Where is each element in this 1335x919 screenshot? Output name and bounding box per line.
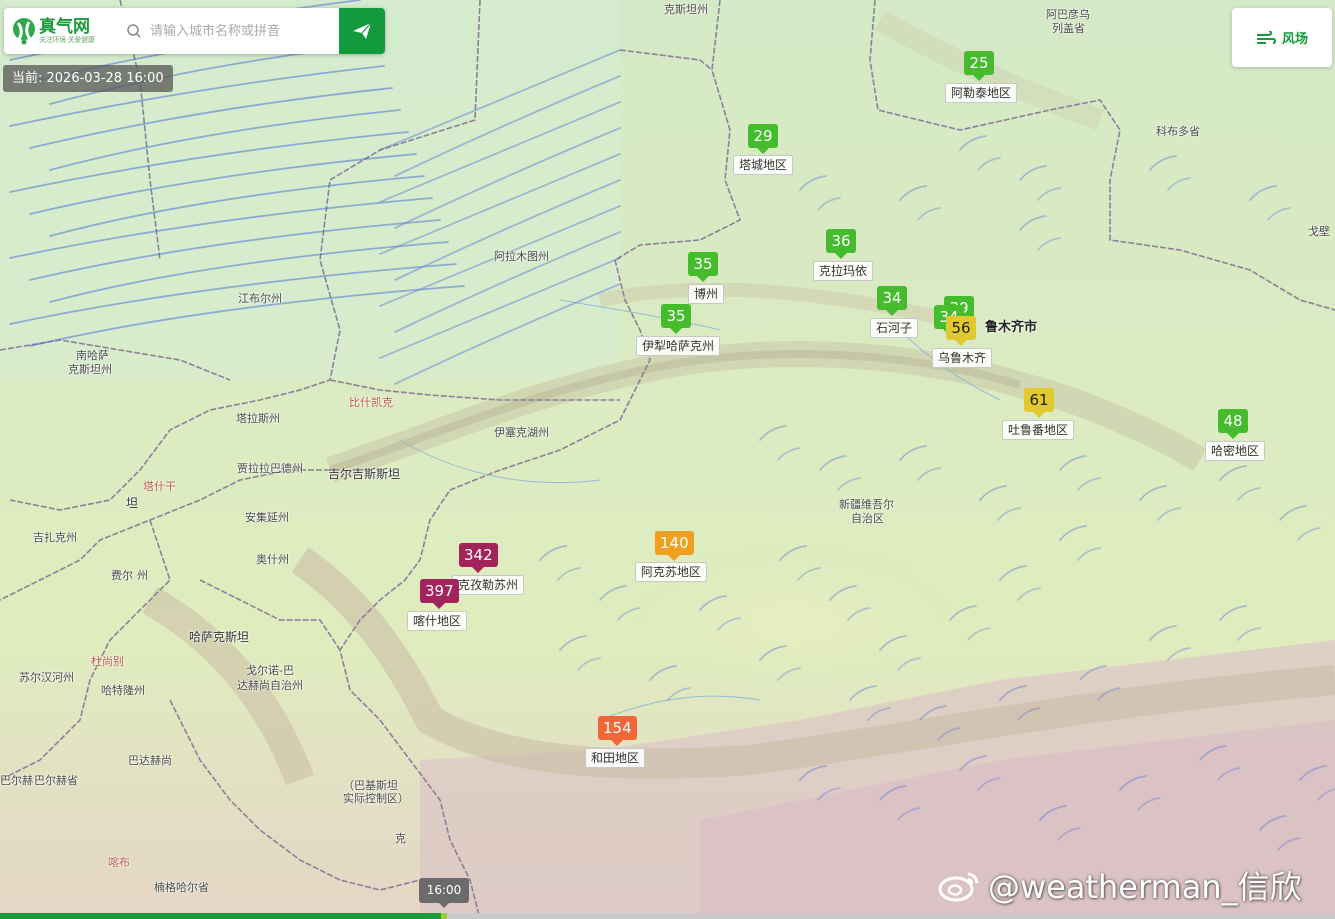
wind-layer-button[interactable]: 风场 [1232, 8, 1332, 67]
map-label-tan: 坦 [126, 496, 139, 510]
logo-slogan: 关注环境 关爱健康 [39, 35, 95, 44]
search-input[interactable] [148, 22, 332, 40]
timeline-progress [0, 913, 441, 919]
logo-name: 真气网 [39, 16, 90, 37]
city-label-hotan[interactable]: 和田地区 [585, 748, 646, 768]
city-label-urumqi[interactable]: 乌鲁木齐 [932, 348, 993, 368]
search-bar: 真气网 关注环境 关爱健康 [4, 8, 385, 54]
map-label-osh: 奥什州 [256, 553, 289, 566]
map-label-kashmir: 克 [395, 832, 406, 845]
map-label-urumqi-city: 鲁木齐市 [985, 320, 1038, 335]
map-label-tashkent: 塔什干 [143, 480, 176, 493]
aqi-marker-shihezi[interactable]: 34 [877, 286, 907, 316]
map-label-zhou: 州 [137, 569, 148, 582]
map-label-gorno-1: 戈尔诺-巴 [246, 664, 294, 677]
aqi-marker-bozhou[interactable]: 35 [688, 252, 718, 282]
city-label-kashgar[interactable]: 喀什地区 [407, 611, 468, 631]
city-label-turpan[interactable]: 吐鲁番地区 [1002, 420, 1075, 440]
aqi-marker-aksu[interactable]: 140 [655, 531, 694, 561]
city-label-altay[interactable]: 阿勒泰地区 [945, 83, 1018, 103]
map-label-bishkek: 比什凯克 [349, 396, 393, 409]
map-label-almaty: 阿拉木图州 [494, 250, 549, 263]
city-label-tacheng[interactable]: 塔城地区 [733, 155, 794, 175]
map-label-bayan-ulgii: 阿巴彦乌 [1046, 8, 1090, 21]
map-label-nangarhar: 楠格哈尔省 [154, 881, 209, 894]
map-label-pak-control-2: 实际控制区） [343, 792, 409, 805]
watermark-text: @weatherman_信欣 [988, 868, 1302, 906]
map-label-badakhshan: 巴达赫尚 [128, 754, 172, 767]
aqi-marker-ili[interactable]: 35 [661, 304, 691, 334]
timeline-bar[interactable] [0, 913, 1335, 919]
map-label-khatlon: 哈特隆州 [101, 684, 145, 697]
timeline-handle[interactable] [440, 913, 447, 919]
map-label-jalal-abad: 贾拉拉巴德州 [237, 462, 303, 475]
aqi-marker-kizilsu[interactable]: 342 [459, 543, 498, 573]
map-label-kabul: 喀布 [108, 856, 130, 869]
aqi-marker-tacheng[interactable]: 29 [748, 124, 778, 154]
map-label-gorno-2: 达赫尚自治州 [237, 679, 303, 692]
map-label-kunduz: 巴尔赫 [0, 774, 33, 787]
search-icon [127, 24, 141, 38]
map-label-khovd: 科布多省 [1156, 125, 1200, 138]
map-label-pak-control-1: （巴基斯坦 [343, 779, 398, 792]
aqi-marker-urumqi[interactable]: 56 [946, 316, 976, 346]
timeline-tooltip: 16:00 [419, 878, 469, 908]
map-label-jizzakh: 吉扎克州 [33, 531, 77, 544]
city-label-bozhou[interactable]: 博州 [688, 284, 725, 304]
map-label-surkhandarya: 苏尔汉河州 [19, 671, 74, 684]
city-label-shihezi[interactable]: 石河子 [870, 318, 919, 338]
map-canvas[interactable] [0, 0, 1335, 919]
map-label-kyrgyzstan: 吉尔吉斯斯坦 [328, 467, 401, 481]
locate-button[interactable] [339, 8, 385, 54]
map-label-balkh: 巴尔赫省 [34, 774, 78, 787]
aqi-marker-hami[interactable]: 48 [1218, 409, 1248, 439]
map-label-zhambyl: 江布尔州 [238, 292, 282, 305]
map-label-bayan-ulgii-2: 列盖省 [1052, 22, 1085, 35]
city-label-kizilsu[interactable]: 克孜勒苏州 [452, 575, 525, 595]
aqi-marker-altay[interactable]: 25 [964, 51, 994, 81]
brand-logo[interactable]: 真气网 关注环境 关爱健康 [4, 8, 116, 54]
current-time-badge: 当前: 2026-03-28 16:00 [3, 65, 173, 92]
weibo-watermark: @weatherman_信欣 [938, 862, 1302, 908]
map-label-fergana: 费尔 [111, 569, 133, 582]
weibo-icon [938, 872, 979, 902]
aqi-marker-karamay[interactable]: 36 [826, 229, 856, 259]
leaf-logo-icon [13, 18, 35, 45]
map-label-xinjiang-1: 新疆维吾尔 [839, 498, 894, 511]
send-icon [353, 22, 372, 39]
aqi-marker-kashgar[interactable]: 397 [420, 579, 459, 609]
map-label-gobi: 戈壁 [1308, 225, 1330, 238]
map-label-dushanbe: 杜尚别 [91, 655, 124, 668]
map-label-kazakh-state: 克斯坦州 [664, 3, 708, 16]
wind-layer-label: 风场 [1281, 32, 1308, 47]
city-label-ili[interactable]: 伊犁哈萨克州 [636, 336, 721, 356]
city-label-karamay[interactable]: 克拉玛依 [813, 261, 874, 281]
map-label-talas: 塔拉斯州 [236, 412, 280, 425]
map-label-tajikistan: 哈萨克斯坦 [189, 630, 250, 644]
map-label-xinjiang-2: 自治区 [851, 512, 884, 525]
aqi-marker-hotan[interactable]: 154 [598, 716, 637, 746]
map-label-south-kaz-2: 克斯坦州 [68, 363, 112, 376]
wind-icon [1256, 30, 1276, 44]
map-label-issyk-kul: 伊塞克湖州 [494, 426, 549, 439]
map-label-andijan: 安集延州 [245, 511, 289, 524]
aqi-marker-turpan[interactable]: 61 [1024, 388, 1054, 418]
city-label-hami[interactable]: 哈密地区 [1205, 441, 1266, 461]
map-label-south-kaz-1: 南哈萨 [76, 349, 109, 362]
city-label-aksu[interactable]: 阿克苏地区 [635, 562, 708, 582]
